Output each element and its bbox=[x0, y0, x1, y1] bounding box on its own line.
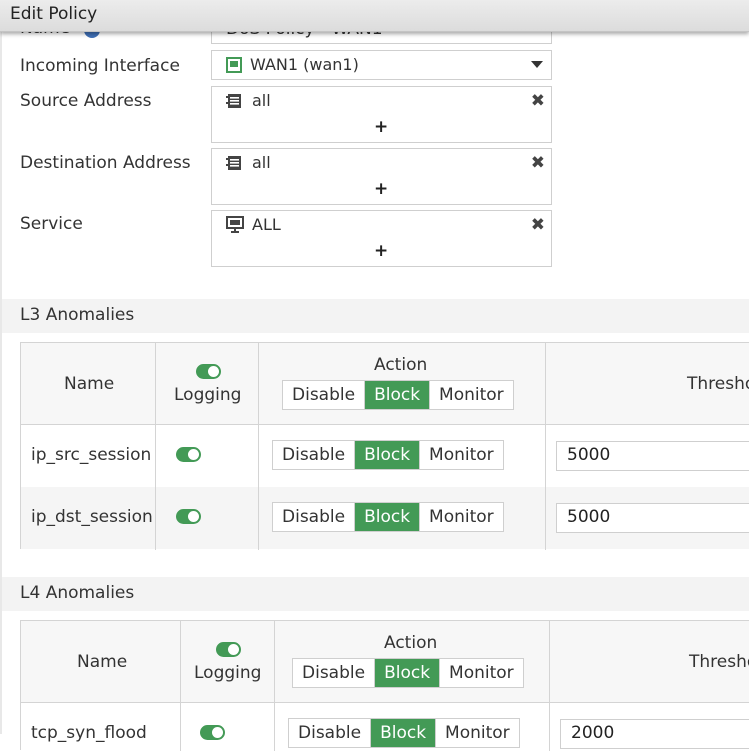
l4-row-logging-toggle[interactable] bbox=[200, 725, 225, 740]
remove-destination-address-button[interactable]: ✖ bbox=[531, 153, 545, 173]
l3-table: Name Logging Action Disable Block Monito… bbox=[20, 342, 749, 550]
action-disable-option[interactable]: Disable bbox=[283, 381, 364, 409]
destination-address-label: Destination Address bbox=[20, 153, 191, 173]
add-destination-address-button[interactable]: + bbox=[374, 179, 388, 199]
l4-col-name: Name bbox=[77, 652, 128, 672]
dialog-title: Edit Policy bbox=[10, 4, 98, 24]
l4-col-threshold: Threshold bbox=[689, 652, 749, 672]
add-service-button[interactable]: + bbox=[374, 241, 388, 261]
l3-col-name: Name bbox=[64, 374, 115, 394]
l3-row-action-selector[interactable]: Disable Block Monitor bbox=[272, 440, 504, 470]
l4-col-logging: Logging bbox=[194, 663, 262, 683]
l3-row-name: ip_dst_session bbox=[31, 507, 153, 527]
incoming-interface-select[interactable]: WAN1 (wan1) bbox=[211, 50, 552, 80]
action-disable-option[interactable]: Disable bbox=[273, 503, 354, 531]
l3-action-all-selector[interactable]: Disable Block Monitor bbox=[282, 380, 514, 410]
l3-section-title: L3 Anomalies bbox=[20, 305, 135, 325]
incoming-interface-label: Incoming Interface bbox=[20, 56, 180, 76]
incoming-interface-value: WAN1 (wan1) bbox=[250, 55, 359, 74]
action-block-option[interactable]: Block bbox=[374, 659, 440, 687]
action-monitor-option[interactable]: Monitor bbox=[419, 503, 503, 531]
source-address-entry: all bbox=[252, 91, 271, 110]
l3-row-threshold-input[interactable]: 5000 bbox=[556, 441, 749, 471]
l3-col-logging: Logging bbox=[174, 385, 242, 405]
service-field[interactable]: ALL ✖ + bbox=[211, 210, 552, 267]
destination-address-entry: all bbox=[252, 153, 271, 172]
action-block-option[interactable]: Block bbox=[354, 503, 420, 531]
service-label: Service bbox=[20, 214, 83, 234]
l4-section-header: L4 Anomalies bbox=[0, 577, 749, 611]
dialog-titlebar: Edit Policy bbox=[0, 0, 749, 32]
action-block-option[interactable]: Block bbox=[354, 441, 420, 469]
source-address-label: Source Address bbox=[20, 91, 152, 111]
source-address-field[interactable]: all ✖ + bbox=[211, 86, 552, 143]
remove-service-button[interactable]: ✖ bbox=[531, 215, 545, 235]
action-monitor-option[interactable]: Monitor bbox=[429, 381, 513, 409]
chevron-down-icon[interactable] bbox=[531, 61, 543, 68]
l4-row-threshold-input[interactable]: 2000 bbox=[560, 719, 749, 749]
remove-source-address-button[interactable]: ✖ bbox=[531, 91, 545, 111]
l3-section-header: L3 Anomalies bbox=[0, 299, 749, 333]
l3-row-action-selector[interactable]: Disable Block Monitor bbox=[272, 502, 504, 532]
l4-logging-all-toggle[interactable] bbox=[216, 642, 241, 657]
action-monitor-option[interactable]: Monitor bbox=[439, 659, 523, 687]
action-block-option[interactable]: Block bbox=[370, 719, 436, 747]
l3-logging-all-toggle[interactable] bbox=[196, 364, 221, 379]
add-source-address-button[interactable]: + bbox=[374, 117, 388, 137]
l4-col-action: Action bbox=[384, 633, 438, 653]
destination-address-field[interactable]: all ✖ + bbox=[211, 148, 552, 205]
service-entry: ALL bbox=[252, 215, 281, 234]
l4-table: Name Logging Action Disable Block Monito… bbox=[20, 620, 749, 751]
action-block-option[interactable]: Block bbox=[364, 381, 430, 409]
l4-section-title: L4 Anomalies bbox=[20, 583, 135, 603]
l3-col-action: Action bbox=[374, 355, 428, 375]
service-icon bbox=[226, 216, 244, 233]
action-disable-option[interactable]: Disable bbox=[289, 719, 370, 747]
l3-row-logging-toggle[interactable] bbox=[176, 447, 201, 462]
network-port-icon bbox=[226, 56, 242, 73]
address-book-icon bbox=[226, 93, 241, 108]
action-disable-option[interactable]: Disable bbox=[273, 441, 354, 469]
l3-row-logging-toggle[interactable] bbox=[176, 509, 201, 524]
l4-action-all-selector[interactable]: Disable Block Monitor bbox=[292, 658, 524, 688]
l4-row-action-selector[interactable]: Disable Block Monitor bbox=[288, 718, 520, 748]
action-monitor-option[interactable]: Monitor bbox=[435, 719, 519, 747]
l4-row-name: tcp_syn_flood bbox=[31, 723, 147, 743]
action-monitor-option[interactable]: Monitor bbox=[419, 441, 503, 469]
l3-row-threshold-input[interactable]: 5000 bbox=[556, 503, 749, 533]
action-disable-option[interactable]: Disable bbox=[293, 659, 374, 687]
left-border bbox=[0, 0, 2, 734]
l3-row-name: ip_src_session bbox=[31, 445, 152, 465]
address-book-icon bbox=[226, 155, 241, 170]
l3-col-threshold: Threshold bbox=[687, 374, 749, 394]
